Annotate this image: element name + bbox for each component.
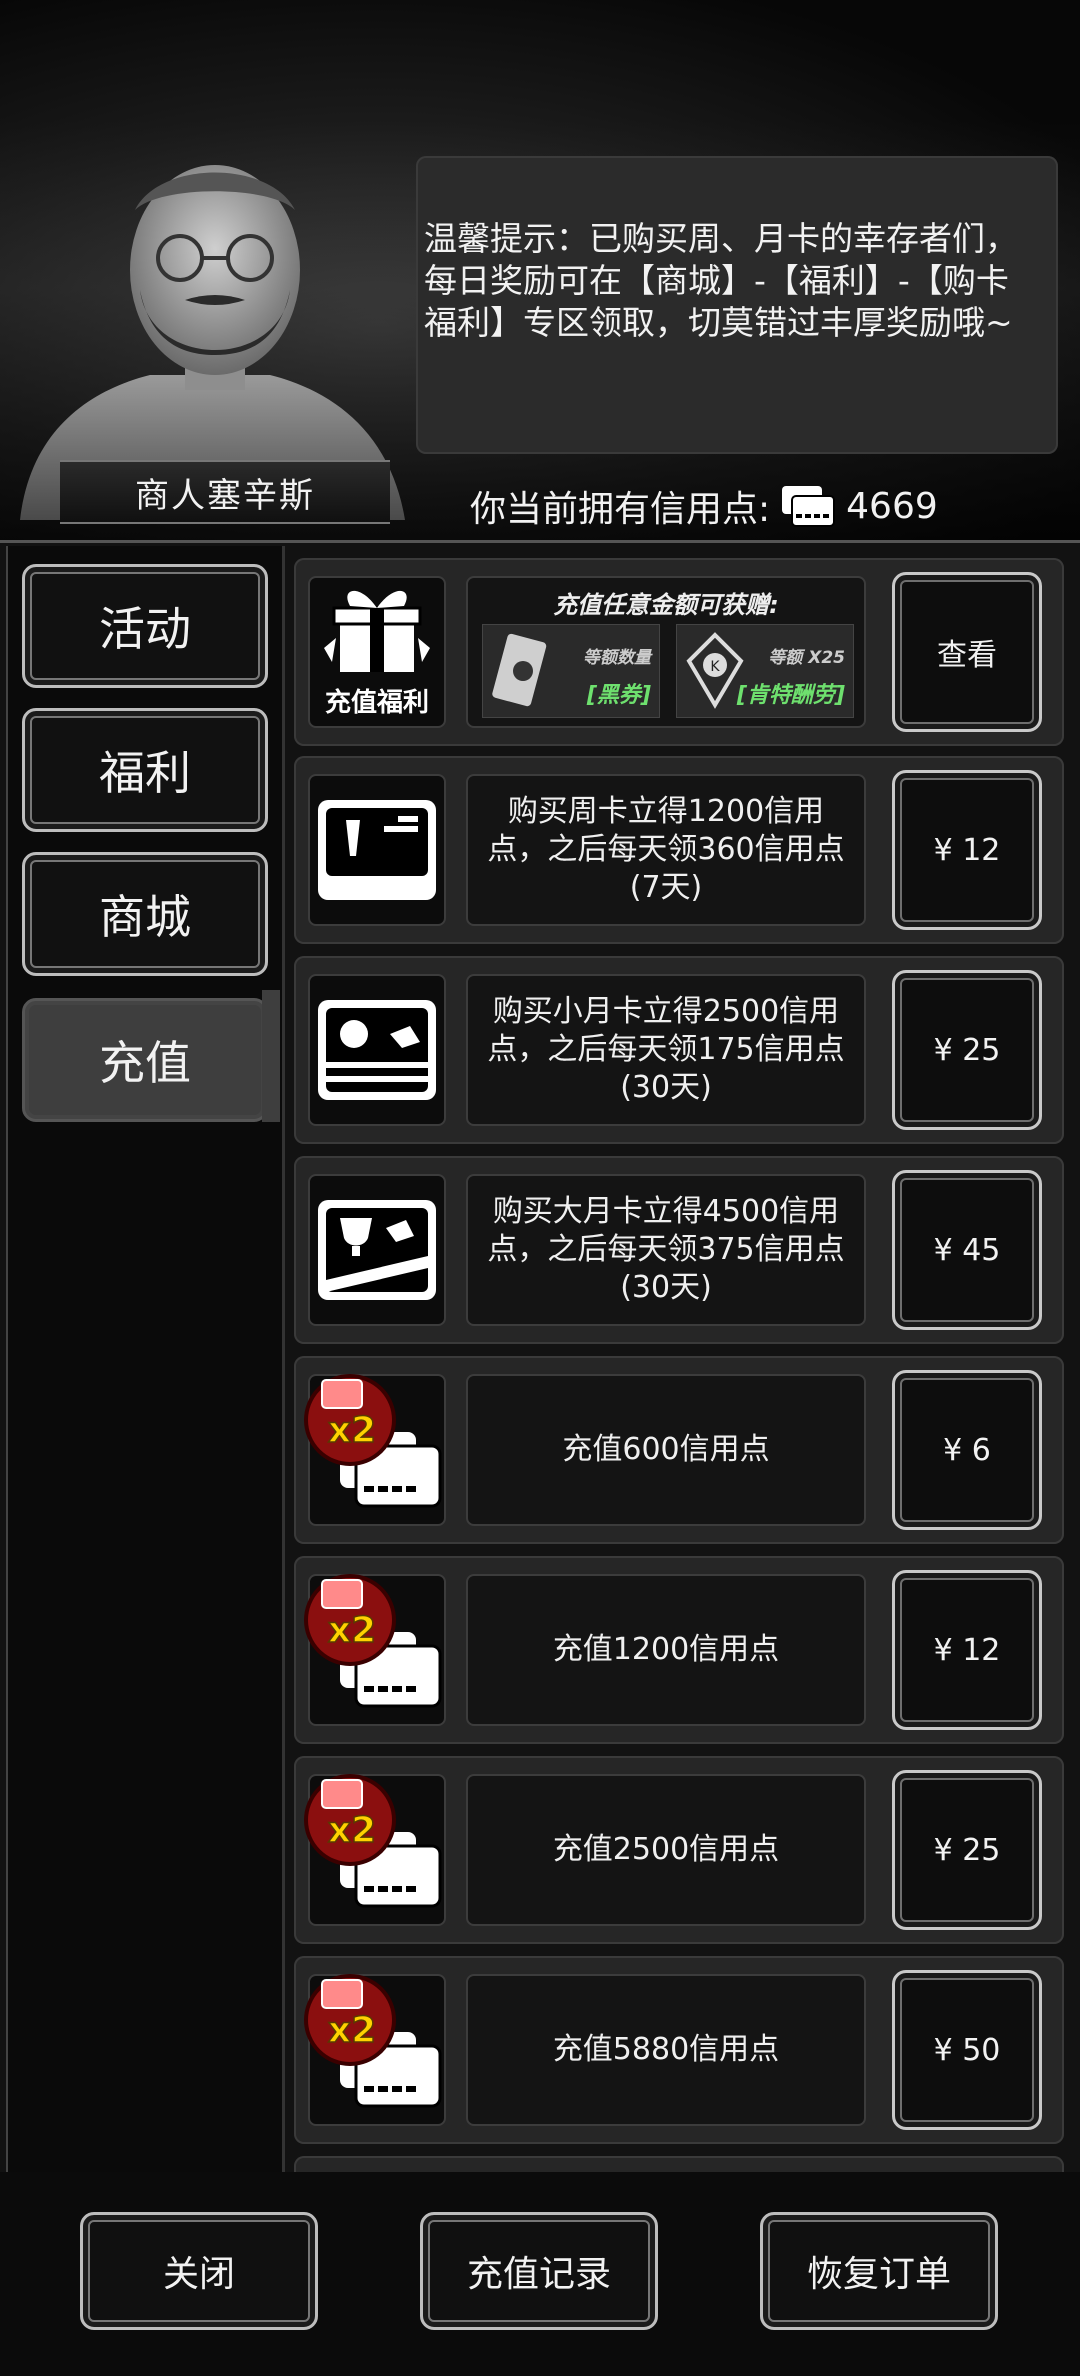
kent-reward-name: [肯特酬劳]: [736, 683, 845, 708]
recharge-1200-buy-button[interactable]: ¥ 12: [892, 1570, 1042, 1730]
kent-reward-qty: 等额 X25: [768, 648, 845, 668]
sidebar-item-activity[interactable]: 活动: [22, 564, 268, 688]
black-ticket-name: [黑券]: [586, 683, 651, 708]
black-ticket-qty: 等额数量: [583, 648, 651, 668]
category-sidebar: 活动 福利 商城 充值: [6, 546, 285, 2172]
week-card-buy-button[interactable]: ¥ 12: [892, 770, 1042, 930]
week-card-desc: 购买周卡立得1200信用点，之后每天领360信用点(7天): [466, 774, 866, 926]
small-month-card-icon: [318, 1000, 436, 1100]
recharge-2500-icon-box: x2: [304, 1774, 446, 1926]
big-month-card-desc: 购买大月卡立得4500信用点，之后每天领375信用点(30天): [466, 1174, 866, 1326]
recharge-bonus-title: 充值任意金额可获赠:: [553, 591, 779, 619]
double-bonus-badge: x2: [304, 1374, 396, 1466]
kent-reward: K 等额 X25 [肯特酬劳]: [676, 624, 854, 718]
recharge-2500-desc: 充值2500信用点: [466, 1774, 866, 1926]
view-bonus-button[interactable]: 查看: [892, 572, 1042, 732]
svg-text:K: K: [710, 659, 720, 675]
restore-order-button[interactable]: 恢复订单: [760, 2212, 998, 2330]
recharge-5880-row: x2 充值5880信用点 ¥ 50: [294, 1956, 1064, 2144]
credits-display: 你当前拥有信用点: 4669: [470, 478, 938, 534]
big-month-card-icon: [318, 1200, 436, 1300]
recharge-1200-row: x2 充值1200信用点 ¥ 12: [294, 1556, 1064, 1744]
recharge-history-button[interactable]: 充值记录: [420, 2212, 658, 2330]
recharge-bonus-icon-label: 充值福利: [324, 688, 429, 718]
recharge-2500-row: x2 充值2500信用点 ¥ 25: [294, 1756, 1064, 1944]
recharge-2500-buy-button[interactable]: ¥ 25: [892, 1770, 1042, 1930]
credits-value: 4669: [846, 485, 938, 527]
recharge-5880-icon-box: x2: [304, 1974, 446, 2126]
tip-text: 温馨提示：已购买周、月卡的幸存者们，每日奖励可在【商城】-【福利】-【购卡福利】…: [424, 219, 1018, 342]
recharge-600-desc: 充值600信用点: [466, 1374, 866, 1526]
credits-label: 你当前拥有信用点:: [470, 489, 771, 530]
close-button[interactable]: 关闭: [80, 2212, 318, 2330]
recharge-bonus-row: 充值福利 充值任意金额可获赠: 等额数量 [黑券] K 等额 X25 [肯特酬劳…: [294, 558, 1064, 746]
recharge-600-buy-button[interactable]: ¥ 6: [892, 1370, 1042, 1530]
small-month-card-buy-button[interactable]: ¥ 25: [892, 970, 1042, 1130]
recharge-600-row: x2 充值600信用点 ¥ 6: [294, 1356, 1064, 1544]
week-card-icon: [318, 800, 436, 900]
recharge-list: 充值福利 充值任意金额可获赠: 等额数量 [黑券] K 等额 X25 [肯特酬劳…: [290, 552, 1070, 2172]
recharge-1200-icon-box: x2: [304, 1574, 446, 1726]
svg-text:x2: x2: [328, 2010, 376, 2051]
recharge-5880-buy-button[interactable]: ¥ 50: [892, 1970, 1042, 2130]
sidebar-item-recharge[interactable]: 充值: [22, 998, 268, 1122]
merchant-name: 商人塞辛斯: [60, 460, 390, 524]
merchant-header: 商人塞辛斯 温馨提示：已购买周、月卡的幸存者们，每日奖励可在【商城】-【福利】-…: [0, 0, 1080, 540]
svg-text:x2: x2: [328, 1810, 376, 1851]
sidebar-item-welfare[interactable]: 福利: [22, 708, 268, 832]
next-row-partial: [294, 2156, 1064, 2172]
week-card-row: 购买周卡立得1200信用点，之后每天领360信用点(7天) ¥ 12: [294, 756, 1064, 944]
big-month-card-buy-button[interactable]: ¥ 45: [892, 1170, 1042, 1330]
ticket-icon: [492, 633, 547, 707]
small-month-card-icon-box: [308, 974, 446, 1126]
recharge-bonus-icon-box: 充值福利: [308, 576, 446, 728]
active-tab-connector: [262, 990, 280, 1122]
black-ticket-reward: 等额数量 [黑券]: [482, 624, 660, 718]
svg-text:x2: x2: [328, 1410, 376, 1451]
double-bonus-badge: x2: [304, 1574, 396, 1666]
big-month-card-icon-box: [308, 1174, 446, 1326]
svg-text:x2: x2: [328, 1610, 376, 1651]
recharge-bonus-desc: 充值任意金额可获赠: 等额数量 [黑券] K 等额 X25 [肯特酬劳]: [466, 576, 866, 728]
recharge-5880-desc: 充值5880信用点: [466, 1974, 866, 2126]
small-month-card-row: 购买小月卡立得2500信用点，之后每天领175信用点(30天) ¥ 25: [294, 956, 1064, 1144]
double-bonus-badge: x2: [304, 1974, 396, 2066]
sidebar-item-shop[interactable]: 商城: [22, 852, 268, 976]
credit-card-icon: [782, 486, 836, 527]
double-bonus-badge: x2: [304, 1774, 396, 1866]
week-card-icon-box: [308, 774, 446, 926]
big-month-card-row: 购买大月卡立得4500信用点，之后每天领375信用点(30天) ¥ 45: [294, 1156, 1064, 1344]
recharge-1200-desc: 充值1200信用点: [466, 1574, 866, 1726]
small-month-card-desc: 购买小月卡立得2500信用点，之后每天领175信用点(30天): [466, 974, 866, 1126]
recharge-600-icon-box: x2: [304, 1374, 446, 1526]
